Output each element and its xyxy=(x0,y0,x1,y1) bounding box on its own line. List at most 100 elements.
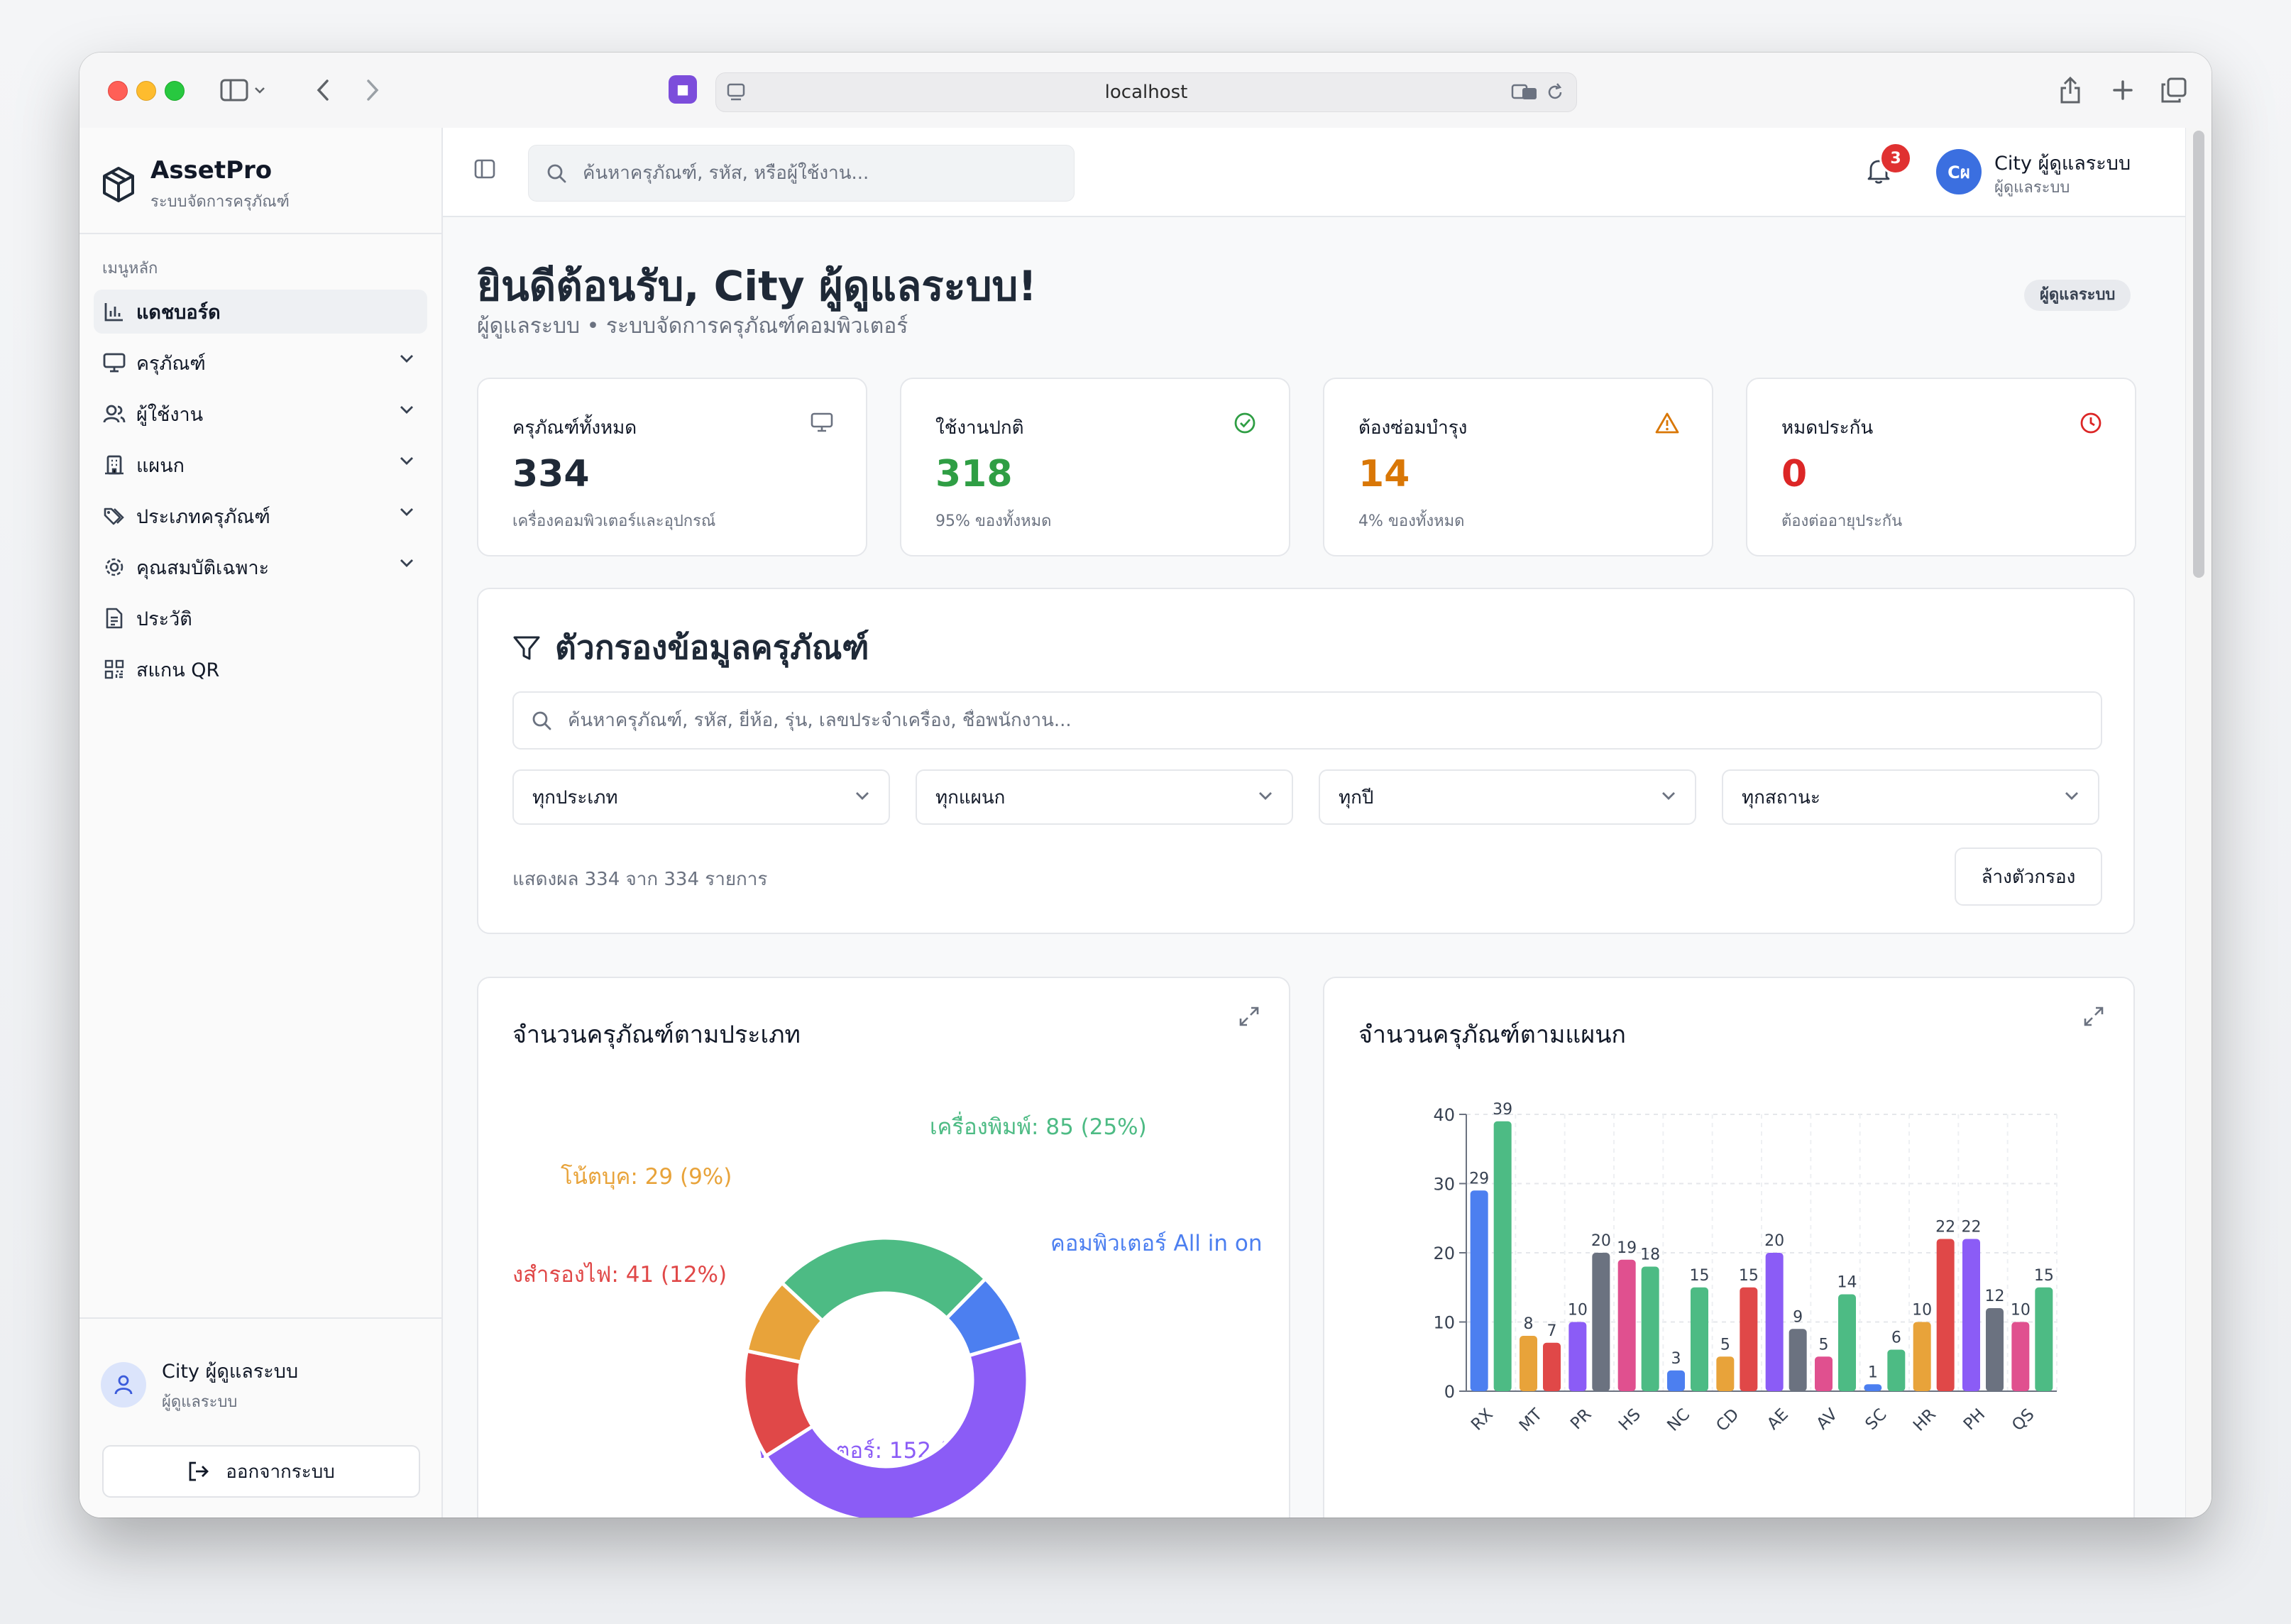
bar-value-label: 22 xyxy=(1962,1219,1982,1236)
stat-card-total: ครุภัณฑ์ทั้งหมด 334 เครื่องคอมพิวเตอร์แล… xyxy=(477,378,867,556)
stat-card-maintenance: ต้องซ่อมบำรุง 14 4% ของทั้งหมด xyxy=(1323,378,1713,556)
bar[interactable] xyxy=(1815,1356,1833,1391)
brand[interactable]: AssetPro ระบบจัดการครุภัณฑ์ xyxy=(101,153,290,217)
zoom-window-button[interactable] xyxy=(165,81,185,101)
result-count: แสดงผล 334 จาก 334 รายการ xyxy=(512,869,768,890)
chevron-down-icon xyxy=(1662,792,1675,800)
sidebar-item-assets[interactable]: ครุภัณฑ์ xyxy=(94,341,427,385)
page-subtitle: ผู้ดูแลระบบ • ระบบจัดการครุภัณฑ์คอมพิวเต… xyxy=(477,314,908,339)
stat-value: 14 xyxy=(1358,453,1410,495)
bar[interactable] xyxy=(1936,1239,1955,1392)
sidebar-user-role: ผู้ดูแลระบบ xyxy=(162,1393,238,1411)
share-icon[interactable] xyxy=(2054,74,2087,106)
status-select[interactable]: ทุกสถานะ xyxy=(1722,769,2099,825)
brand-name: AssetPro xyxy=(150,156,273,185)
bar-value-label: 9 xyxy=(1793,1308,1803,1326)
bar[interactable] xyxy=(1913,1322,1931,1392)
bar[interactable] xyxy=(1838,1294,1856,1392)
topbar-user-role: ผู้ดูแลระบบ xyxy=(1994,179,2070,197)
sidebar-item-users[interactable]: ผู้ใช้งาน xyxy=(94,392,427,436)
bar-value-label: 22 xyxy=(1935,1219,1955,1236)
asset-search-input[interactable] xyxy=(566,709,2060,732)
department-select-value: ทุกแผนก xyxy=(935,786,1006,808)
sidebar-item-scan-qr[interactable]: สแกน QR xyxy=(94,647,427,691)
sidebar-item-label: ครุภัณฑ์ xyxy=(136,352,206,375)
sidebar-item-departments[interactable]: แผนก xyxy=(94,443,427,487)
sidebar-item-specifications[interactable]: คุณสมบัติเฉพาะ xyxy=(94,545,427,589)
bar[interactable] xyxy=(1986,1308,2004,1391)
bar[interactable] xyxy=(1962,1239,1980,1392)
asset-search[interactable] xyxy=(512,691,2102,750)
pie-slice-label: คอมพิวเตอร์ All in one xyxy=(1050,1231,1276,1256)
x-tick-label: CD xyxy=(1713,1405,1742,1435)
clear-filters-button[interactable]: ล้างตัวกรอง xyxy=(1955,847,2102,906)
bar-value-label: 15 xyxy=(1739,1267,1759,1285)
type-select[interactable]: ทุกประเภท xyxy=(512,769,890,825)
bar[interactable] xyxy=(1568,1322,1587,1392)
avatar[interactable]: Cผ xyxy=(1936,149,1982,194)
pie-slice-label: เครื่องพิมพ์: 85 (25%) xyxy=(930,1112,1147,1140)
sidebar-item-history[interactable]: ประวัติ xyxy=(94,596,427,640)
bar[interactable] xyxy=(1789,1329,1807,1391)
bar-value-label: 39 xyxy=(1493,1101,1512,1119)
sidebar-item-label: แผนก xyxy=(136,454,185,477)
bar-chart-icon xyxy=(102,300,126,324)
scrollbar-thumb[interactable] xyxy=(2193,131,2204,578)
close-window-button[interactable] xyxy=(108,81,128,101)
bar[interactable] xyxy=(1543,1342,1561,1391)
x-tick-label: AE xyxy=(1764,1405,1792,1434)
bar[interactable] xyxy=(1493,1121,1512,1391)
reload-icon[interactable] xyxy=(1545,82,1565,102)
y-tick-label: 0 xyxy=(1444,1382,1455,1402)
bar-value-label: 19 xyxy=(1617,1239,1637,1257)
sidebar-collapse-icon[interactable] xyxy=(474,159,495,179)
bar[interactable] xyxy=(1470,1190,1488,1391)
sidebar-item-dashboard[interactable]: แดชบอร์ด xyxy=(94,290,427,334)
translate-icon[interactable] xyxy=(1511,84,1538,101)
address-bar[interactable]: localhost xyxy=(715,72,1577,112)
stat-title: หมดประกัน xyxy=(1781,417,1874,439)
global-search[interactable] xyxy=(528,145,1075,202)
search-icon xyxy=(532,711,551,730)
warning-icon xyxy=(1655,412,1679,434)
stat-title: ต้องซ่อมบำรุง xyxy=(1358,417,1468,439)
monitor-icon xyxy=(102,351,126,375)
stat-desc: เครื่องคอมพิวเตอร์และอุปกรณ์ xyxy=(512,512,716,530)
scrollbar[interactable] xyxy=(2185,128,2212,1518)
bar[interactable] xyxy=(1864,1384,1882,1391)
sidebar-item-asset-types[interactable]: ประเภทครุภัณฑ์ xyxy=(94,494,427,538)
logout-label: ออกจากระบบ xyxy=(226,1461,335,1483)
bar[interactable] xyxy=(2011,1322,2030,1392)
bar[interactable] xyxy=(1520,1336,1537,1391)
bar[interactable] xyxy=(1740,1287,1758,1391)
sidebar-toggle-icon[interactable] xyxy=(214,74,271,106)
bar[interactable] xyxy=(1617,1259,1636,1391)
back-icon[interactable] xyxy=(307,74,339,106)
bar[interactable] xyxy=(2035,1287,2053,1391)
bar[interactable] xyxy=(1691,1287,1708,1391)
y-tick-label: 20 xyxy=(1433,1244,1455,1263)
extension-icon[interactable]: ◼ xyxy=(669,75,697,104)
global-search-input[interactable] xyxy=(581,162,1038,185)
bar[interactable] xyxy=(1641,1266,1659,1392)
bar[interactable] xyxy=(1887,1349,1906,1392)
tab-overview-icon[interactable] xyxy=(2158,74,2190,106)
forward-icon[interactable] xyxy=(356,74,389,106)
chevron-down-icon xyxy=(400,355,413,363)
new-tab-icon[interactable] xyxy=(2106,74,2139,106)
sidebar-item-label: สแกน QR xyxy=(136,659,220,681)
bar[interactable] xyxy=(1667,1370,1685,1391)
stat-card-warranty: หมดประกัน 0 ต้องต่ออายุประกัน xyxy=(1746,378,2136,556)
logout-button[interactable]: ออกจากระบบ xyxy=(102,1445,420,1498)
bar[interactable] xyxy=(1765,1253,1784,1391)
minimize-window-button[interactable] xyxy=(136,81,156,101)
topbar-user-name[interactable]: City ผู้ดูแลระบบ xyxy=(1994,148,2131,178)
sidebar-user-card[interactable]: City ผู้ดูแลระบบ ผู้ดูแลระบบ xyxy=(101,1356,298,1414)
year-select[interactable]: ทุกปี xyxy=(1319,769,1696,825)
bar[interactable] xyxy=(1716,1356,1735,1391)
bar[interactable] xyxy=(1592,1253,1610,1391)
bar-value-label: 3 xyxy=(1671,1350,1681,1368)
department-select[interactable]: ทุกแผนก xyxy=(916,769,1293,825)
sidebar-user-name: City ผู้ดูแลระบบ xyxy=(162,1361,299,1383)
clock-icon xyxy=(2080,412,2102,434)
